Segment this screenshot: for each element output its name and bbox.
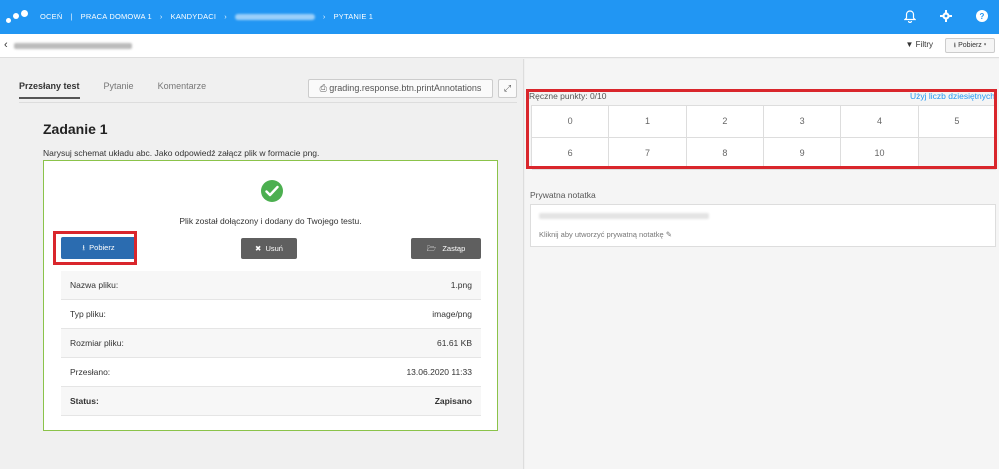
status-label: Status: <box>70 396 99 406</box>
file-name-label: Nazwa pliku: <box>70 280 119 290</box>
gear-icon[interactable] <box>939 10 953 24</box>
file-upload-box: Plik został dołączony i dodany do Twojeg… <box>43 160 498 431</box>
file-name-value: 1.png <box>450 280 472 290</box>
caret-down-icon: ▾ <box>983 42 987 49</box>
download-dropdown[interactable]: ⭳ Pobierz ▾ <box>945 38 995 53</box>
tab-question[interactable]: Pytanie <box>104 81 134 99</box>
response-tabs: Przesłany test Pytanie Komentarze <box>19 81 206 99</box>
file-type-row: Typ pliku: image/png <box>61 300 481 329</box>
bell-icon[interactable] <box>903 10 917 24</box>
private-note-hint-text: Kliknij aby utworzyć prywatną notatkę <box>539 230 664 239</box>
close-icon: ✖ <box>255 244 262 253</box>
file-type-value: image/png <box>432 309 472 319</box>
response-panel: Przesłany test Pytanie Komentarze ⎙ grad… <box>0 59 524 469</box>
print-annotations-button[interactable]: ⎙ grading.response.btn.printAnnotations <box>308 79 493 98</box>
back-arrow-icon[interactable]: ‹ <box>4 39 8 51</box>
filters-label: Filtry <box>915 40 933 49</box>
replace-file-button[interactable]: 🗁 Zastąp <box>411 238 481 259</box>
folder-open-icon: 🗁 <box>426 244 437 253</box>
delete-file-button[interactable]: ✖ Usuń <box>241 238 297 259</box>
download-dropdown-label: Pobierz <box>958 42 982 49</box>
uploaded-at-value: 13.06.2020 11:33 <box>406 367 472 377</box>
uploaded-at-label: Przesłano: <box>70 367 111 377</box>
task-title: Zadanie 1 <box>43 121 108 137</box>
printer-icon: ⎙ <box>319 83 327 93</box>
breadcrumb-candidate-name[interactable] <box>234 14 315 21</box>
status-value: Zapisano <box>434 396 472 406</box>
replace-file-label: Zastąp <box>442 244 466 253</box>
file-size-value: 61.61 KB <box>437 338 472 348</box>
private-note-box[interactable]: Kliknij aby utworzyć prywatną notatkę ✎ <box>530 204 996 247</box>
tab-submitted-test[interactable]: Przesłany test <box>19 81 80 99</box>
breadcrumb-candidates[interactable]: KANDYDACI <box>171 12 217 21</box>
file-info-table: Nazwa pliku: 1.png Typ pliku: image/png … <box>61 271 481 416</box>
print-annotations-label: grading.response.btn.printAnnotations <box>329 83 482 93</box>
breadcrumb: OCEŃ | PRACA DOMOWA 1 › KANDYDACI › › PYTANIE 1 <box>40 12 374 21</box>
file-attached-message: Plik został dołączony i dodany do Twojeg… <box>179 216 362 226</box>
download-highlight-box <box>53 231 137 265</box>
expand-icon: ⤢ <box>503 83 512 93</box>
private-note-label: Prywatna notatka <box>530 190 596 200</box>
private-note-hint[interactable]: Kliknij aby utworzyć prywatną notatkę ✎ <box>539 230 672 239</box>
breadcrumb-grade[interactable]: OCEŃ <box>40 12 62 21</box>
breadcrumb-question: PYTANIE 1 <box>333 12 374 21</box>
task-description: Narysuj schemat układu abc. Jako odpowie… <box>43 148 320 158</box>
top-navbar: OCEŃ | PRACA DOMOWA 1 › KANDYDACI › › PYTANIE 1… <box>0 0 999 34</box>
tabs-divider <box>19 102 517 103</box>
pencil-icon: ✎ <box>665 230 673 239</box>
breadcrumb-homework[interactable]: PRACA DOMOWA 1 <box>81 12 152 21</box>
points-highlight-box <box>526 89 997 169</box>
app-logo[interactable] <box>6 10 28 24</box>
tab-comments[interactable]: Komentarze <box>158 81 207 99</box>
delete-file-label: Usuń <box>265 244 283 253</box>
uploaded-at-row: Przesłano: 13.06.2020 11:33 <box>61 358 481 387</box>
file-size-row: Rozmiar pliku: 61.61 KB <box>61 329 481 358</box>
private-note-meta <box>539 213 709 219</box>
expand-button[interactable]: ⤢ <box>498 79 517 98</box>
filters-button[interactable]: ▼ Filtry <box>906 40 933 49</box>
file-name-row: Nazwa pliku: 1.png <box>61 271 481 300</box>
help-icon[interactable]: ? <box>975 10 989 24</box>
candidate-header: ‹ ▼ Filtry ⭳ Pobierz ▾ <box>0 34 999 58</box>
download-icon: ⭳ <box>953 42 957 49</box>
file-type-label: Typ pliku: <box>70 309 106 319</box>
grading-panel: Ręczne punkty: 0/10 Użyj liczb dziesiętn… <box>525 59 999 469</box>
status-row: Status: Zapisano <box>61 387 481 416</box>
svg-text:?: ? <box>980 12 985 21</box>
check-circle-icon <box>261 180 283 202</box>
candidate-name <box>14 43 132 49</box>
file-size-label: Rozmiar pliku: <box>70 338 124 348</box>
filter-icon: ▼ <box>905 40 914 49</box>
